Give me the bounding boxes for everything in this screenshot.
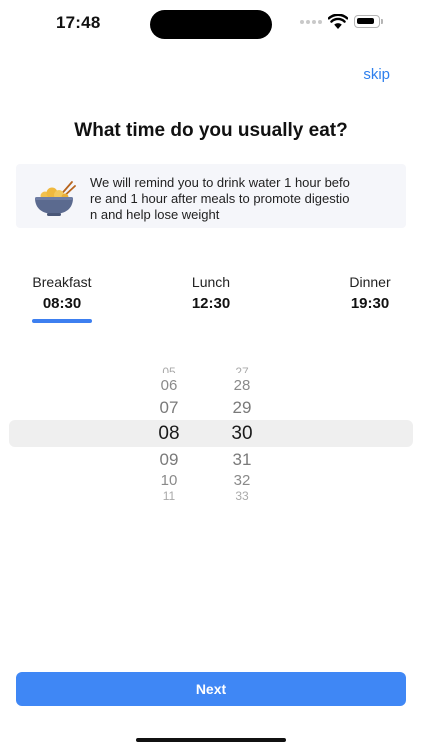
wifi-icon	[328, 14, 348, 29]
picker-value: 09	[159, 450, 179, 469]
picker-value-selected: 08	[158, 423, 180, 444]
picker-value: 33	[235, 490, 249, 500]
status-bar: 17:48	[0, 0, 422, 48]
active-tab-indicator	[32, 319, 92, 323]
status-time: 17:48	[56, 13, 101, 32]
picker-selection-highlight	[9, 420, 413, 447]
picker-value: 29	[232, 398, 252, 417]
tab-label: Lunch	[191, 274, 231, 290]
picker-value: 28	[233, 377, 251, 394]
picker-value-selected: 30	[231, 423, 253, 444]
picker-value: 11	[162, 490, 176, 500]
tab-time: 12:30	[191, 295, 231, 312]
picker-value: 06	[160, 377, 178, 394]
picker-value: 05	[162, 365, 176, 373]
picker-value: 10	[160, 472, 178, 489]
battery-icon	[354, 15, 380, 28]
tab-time: 19:30	[350, 295, 390, 312]
picker-value: 27	[235, 365, 249, 373]
tab-lunch[interactable]: Lunch 12:30	[178, 274, 244, 312]
next-button[interactable]: Next	[16, 672, 406, 706]
skip-link[interactable]: skip	[363, 66, 390, 83]
home-indicator	[136, 738, 286, 742]
cellular-signal-icon	[300, 20, 322, 24]
tab-label: Breakfast	[32, 274, 92, 290]
picker-value: 07	[159, 398, 179, 417]
tab-breakfast[interactable]: Breakfast 08:30	[26, 274, 98, 312]
tab-time: 08:30	[42, 295, 82, 312]
food-bowl-icon	[35, 181, 76, 216]
picker-value: 32	[233, 472, 251, 489]
picker-value: 31	[232, 450, 252, 469]
info-card: We will remind you to drink water 1 hour…	[16, 164, 406, 228]
battery-cap	[381, 19, 383, 24]
tab-dinner[interactable]: Dinner 19:30	[338, 274, 402, 312]
tab-label: Dinner	[349, 274, 391, 290]
info-message: We will remind you to drink water 1 hour…	[90, 175, 350, 222]
dynamic-island	[150, 10, 272, 39]
page-title: What time do you usually eat?	[74, 120, 348, 141]
